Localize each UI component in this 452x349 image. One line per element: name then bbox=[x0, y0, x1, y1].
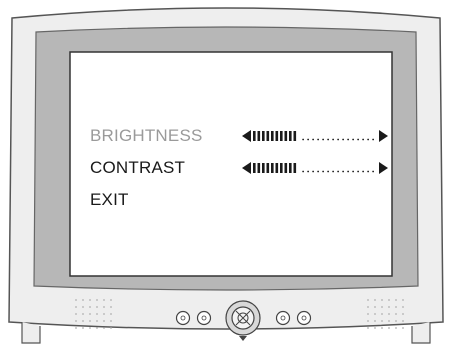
level-fill bbox=[253, 131, 297, 141]
decrease-arrow-icon[interactable] bbox=[242, 162, 251, 174]
menu-item-exit[interactable]: EXIT bbox=[90, 190, 129, 210]
front-button-3[interactable] bbox=[275, 310, 291, 326]
osd-menu: BRIGHTNESS CONTRAST EXIT bbox=[72, 54, 390, 272]
level-track bbox=[302, 170, 375, 173]
front-button-4[interactable] bbox=[296, 310, 312, 326]
left-foot bbox=[21, 322, 41, 344]
decrease-arrow-icon[interactable] bbox=[242, 130, 251, 142]
increase-arrow-icon[interactable] bbox=[379, 130, 388, 142]
joystick-button[interactable] bbox=[225, 300, 261, 341]
level-track bbox=[302, 138, 375, 141]
level-fill bbox=[253, 163, 297, 173]
brightness-slider[interactable] bbox=[240, 126, 390, 146]
right-foot bbox=[411, 322, 431, 344]
increase-arrow-icon[interactable] bbox=[379, 162, 388, 174]
menu-item-contrast[interactable]: CONTRAST bbox=[90, 158, 185, 178]
menu-item-brightness[interactable]: BRIGHTNESS bbox=[90, 126, 203, 146]
contrast-slider[interactable] bbox=[240, 158, 390, 178]
front-button-1[interactable] bbox=[175, 310, 191, 326]
front-button-2[interactable] bbox=[196, 310, 212, 326]
